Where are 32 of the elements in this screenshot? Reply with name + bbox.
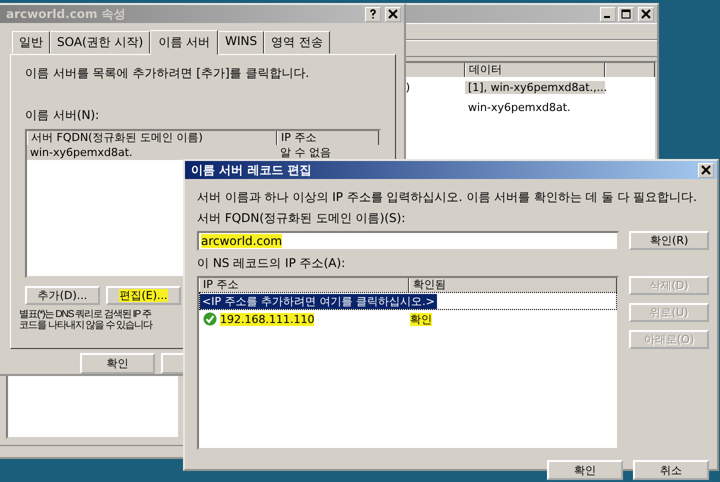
add-address-row[interactable]: <IP 주소를 추가하려면 여기를 클릭하십시오.> [200, 294, 437, 308]
table-cell-text: win-xy6pemxd8at. [29, 146, 134, 159]
tab[interactable]: 일반 [12, 31, 50, 54]
table-cell-text: win-xy6pemxd8at. [467, 101, 572, 114]
table-cell: ) [406, 81, 410, 94]
description-text: 서버 이름과 하나 이상의 IP 주소를 입력하십시오. 이름 서버를 확인하는 데 둘 다 필요합니다. [197, 189, 698, 206]
list-label: 이 NS 레코드의 IP 주소(A): [197, 255, 346, 272]
table-cell: 192.168.111.110 [220, 312, 314, 326]
dialog-button[interactable]: 추가(D)... [25, 286, 100, 305]
window-title: arcworld.com 속성 [6, 6, 126, 22]
list-row[interactable]: win-xy6pemxd8at. 알 수 없음 [27, 145, 379, 160]
resolve-button[interactable]: 확인(R) [629, 231, 709, 250]
tab[interactable]: 이름 서버 [150, 30, 218, 55]
table-cell: [1], win-xy6pemxd8at.,... [465, 81, 605, 94]
note-text: 별표(*)는 DNS 쿼리로 검색된 IP 주 [19, 309, 151, 320]
close-icon[interactable] [698, 162, 714, 178]
window-title: 이름 서버 레코드 편집 [191, 162, 312, 178]
tab[interactable]: WINS [218, 31, 264, 54]
ok-button[interactable]: 확인 [80, 353, 155, 374]
field-label: 서버 FQDN(정규화된 도메인 이름)(S): [197, 210, 406, 227]
ok-button[interactable]: 확인 [547, 460, 623, 480]
column-header[interactable]: 확인됨 [409, 278, 617, 292]
table-cell: 확인 [410, 312, 432, 326]
tab[interactable]: 영역 전송 [264, 31, 330, 54]
dialog-button[interactable]: 편집(E)... [106, 286, 181, 305]
cancel-button[interactable]: 취소 [633, 460, 709, 480]
list-label: 이름 서버(N): [25, 107, 100, 124]
column-header[interactable]: IP 주소 [199, 278, 409, 292]
note-text: 코드를 나타내지 않을 수 있습니다 [19, 320, 152, 331]
instruction-text: 이름 서버를 목록에 추가하려면 [추가]를 클릭합니다. [25, 65, 310, 82]
fqdn-field[interactable]: arcworld.com [197, 231, 620, 251]
table-cell-text: 알 수 없음 [279, 145, 332, 160]
